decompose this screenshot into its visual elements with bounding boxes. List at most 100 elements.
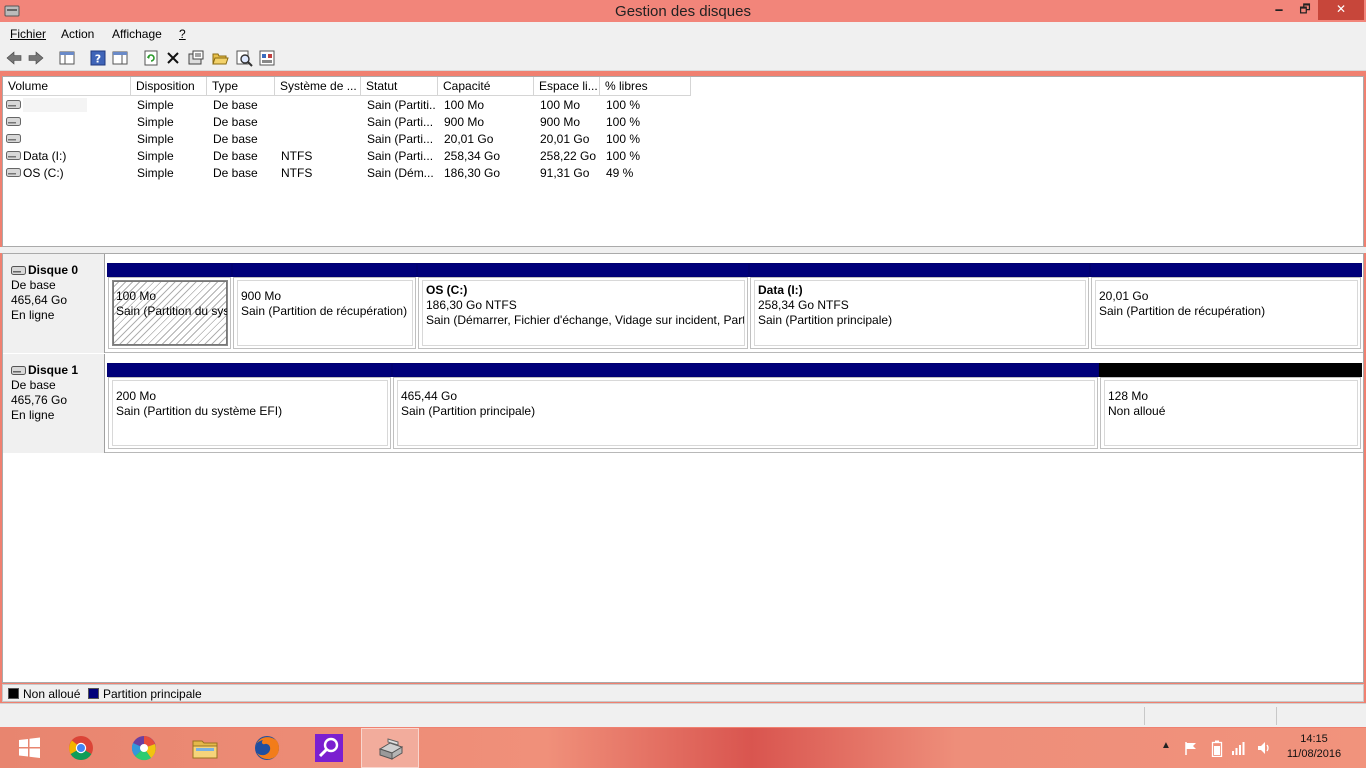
open-icon[interactable]: [211, 49, 229, 67]
search-app-icon: [315, 734, 343, 762]
properties-pane-icon[interactable]: [111, 49, 129, 67]
column-header-free-space[interactable]: Espace li...: [534, 77, 600, 96]
partition-status: Sain (Partition du système EFI): [116, 404, 283, 418]
windows-start-icon: [19, 737, 40, 758]
disk-row: Disque 1 De base 465,76 Go En ligne 200 …: [3, 354, 1363, 453]
volume-row[interactable]: OS (C:) Simple De base NTFS Sain (Dém...…: [3, 165, 1363, 182]
column-header-volume[interactable]: Volume: [3, 77, 131, 96]
taskbar-chrome[interactable]: [52, 728, 110, 768]
partition-block[interactable]: Data (I:) 258,34 Go NTFS Sain (Partition…: [749, 263, 1090, 349]
volume-row[interactable]: Simple De base Sain (Partiti... 100 Mo 1…: [3, 97, 1363, 114]
disk-row: Disque 0 De base 465,64 Go En ligne 100 …: [3, 254, 1363, 353]
menu-affichage[interactable]: Affichage: [112, 27, 162, 41]
menu-action[interactable]: Action: [61, 27, 94, 41]
partition-type-bar: [1090, 263, 1362, 277]
partition-size: 200 Mo: [116, 389, 157, 403]
cell-filesystem: NTFS: [281, 149, 313, 163]
partition-block[interactable]: 200 Mo Sain (Partition du système EFI): [107, 363, 392, 449]
volume-row[interactable]: Simple De base Sain (Parti... 20,01 Go 2…: [3, 131, 1363, 148]
file-explorer-icon: [192, 740, 218, 759]
cell-disposition: Simple: [137, 149, 174, 163]
column-header-capacity[interactable]: Capacité: [438, 77, 534, 96]
delete-icon[interactable]: [164, 49, 182, 67]
partition-type-bar: [1099, 363, 1362, 377]
partition-size: 900 Mo: [241, 289, 282, 303]
cell-status: Sain (Partiti...: [367, 98, 435, 112]
volume-list[interactable]: Volume Disposition Type Système de ... S…: [2, 76, 1364, 247]
legend-swatch-primary: [88, 688, 99, 699]
show-hidden-icons-icon[interactable]: ▲: [1161, 740, 1171, 751]
close-button[interactable]: ✕: [1318, 0, 1364, 20]
help-icon[interactable]: ?: [89, 49, 107, 67]
status-divider: [1276, 707, 1277, 725]
column-header-status[interactable]: Statut: [361, 77, 438, 96]
legend: Non alloué Partition principale: [2, 684, 1364, 702]
properties-icon[interactable]: [187, 49, 205, 67]
cell-type: De base: [213, 98, 258, 112]
explore-icon[interactable]: [235, 49, 253, 67]
disk-info-panel[interactable]: Disque 1 De base 465,76 Go En ligne: [3, 354, 105, 453]
column-header-type[interactable]: Type: [207, 77, 275, 96]
partition-status: Sain (Partition de récupération): [241, 304, 408, 318]
cell-type: De base: [213, 166, 258, 180]
unallocated-block[interactable]: 128 Mo Non alloué: [1099, 363, 1362, 449]
taskbar-disk-management[interactable]: [361, 728, 419, 768]
clock-time: 14:15: [1300, 733, 1328, 745]
cell-capacity: 100 Mo: [444, 98, 485, 112]
partition-block[interactable]: 900 Mo Sain (Partition de récupération): [232, 263, 417, 349]
cell-status: Sain (Parti...: [367, 115, 434, 129]
cell-filesystem: NTFS: [281, 166, 313, 180]
volume-row[interactable]: Simple De base Sain (Parti... 900 Mo 900…: [3, 114, 1363, 131]
column-header-filesystem[interactable]: Système de ...: [275, 77, 361, 96]
cell-status: Sain (Parti...: [367, 149, 434, 163]
taskbar-clock[interactable]: 14:15 11/08/2016: [1285, 732, 1343, 762]
export-icon[interactable]: [258, 49, 276, 67]
start-button[interactable]: [0, 728, 58, 768]
partition-status: Sain (Partition de récupération): [1099, 304, 1266, 318]
back-icon[interactable]: [5, 49, 23, 67]
taskbar: ▲ 14:15 11/08/2016: [0, 728, 1366, 768]
partition-status: Sain (Partition du système EFI): [116, 304, 228, 318]
network-signal-icon[interactable]: [1231, 740, 1247, 756]
drive-icon: [6, 134, 21, 143]
cell-free-space: 20,01 Go: [540, 132, 590, 146]
console-tree-icon[interactable]: [58, 49, 76, 67]
drive-icon: [6, 151, 21, 160]
disk-info-panel[interactable]: Disque 0 De base 465,64 Go En ligne: [3, 254, 105, 353]
battery-icon[interactable]: [1211, 740, 1223, 757]
partition-block[interactable]: OS (C:) 186,30 Go NTFS Sain (Démarrer, F…: [417, 263, 749, 349]
disk-name: Disque 1: [28, 363, 79, 377]
partition-size: 20,01 Go: [1099, 289, 1149, 303]
refresh-icon[interactable]: [142, 49, 160, 67]
partition-status: Sain (Partition principale): [401, 404, 536, 418]
partition-block[interactable]: 465,44 Go Sain (Partition principale): [392, 363, 1099, 449]
volume-row[interactable]: Data (I:) Simple De base NTFS Sain (Part…: [3, 148, 1363, 165]
cell-free-space: 91,31 Go: [540, 166, 590, 180]
partition-title: Data (I:): [758, 283, 803, 297]
partition-block[interactable]: 20,01 Go Sain (Partition de récupération…: [1090, 263, 1362, 349]
forward-icon[interactable]: [27, 49, 45, 67]
partition-block[interactable]: 100 Mo Sain (Partition du système EFI): [107, 263, 232, 349]
volume-icon[interactable]: [1256, 740, 1272, 756]
column-header-disposition[interactable]: Disposition: [131, 77, 207, 96]
partition-type-bar: [107, 263, 232, 277]
taskbar-search-app[interactable]: [300, 728, 358, 768]
taskbar-picasa[interactable]: [115, 728, 173, 768]
status-bar: [0, 703, 1366, 727]
cell-status: Sain (Dém...: [367, 166, 434, 180]
disk-icon: [11, 266, 26, 275]
taskbar-firefox[interactable]: [238, 728, 296, 768]
minimize-button[interactable]: 🗕: [1266, 0, 1292, 20]
drive-icon: [6, 100, 21, 109]
menu-bar: Fichier Action Affichage ?: [0, 22, 1366, 45]
cell-capacity: 900 Mo: [444, 115, 485, 129]
partition-status: Non alloué: [1108, 404, 1166, 418]
taskbar-file-explorer[interactable]: [176, 728, 234, 768]
column-header-percent-free[interactable]: % libres: [600, 77, 691, 96]
menu-help[interactable]: ?: [179, 27, 186, 41]
legend-label-primary: Partition principale: [103, 687, 202, 701]
menu-fichier[interactable]: Fichier: [10, 27, 46, 41]
maximize-button[interactable]: 🗗: [1292, 0, 1318, 20]
action-center-flag-icon[interactable]: [1183, 740, 1199, 756]
disk-size: 465,76 Go: [11, 393, 68, 407]
